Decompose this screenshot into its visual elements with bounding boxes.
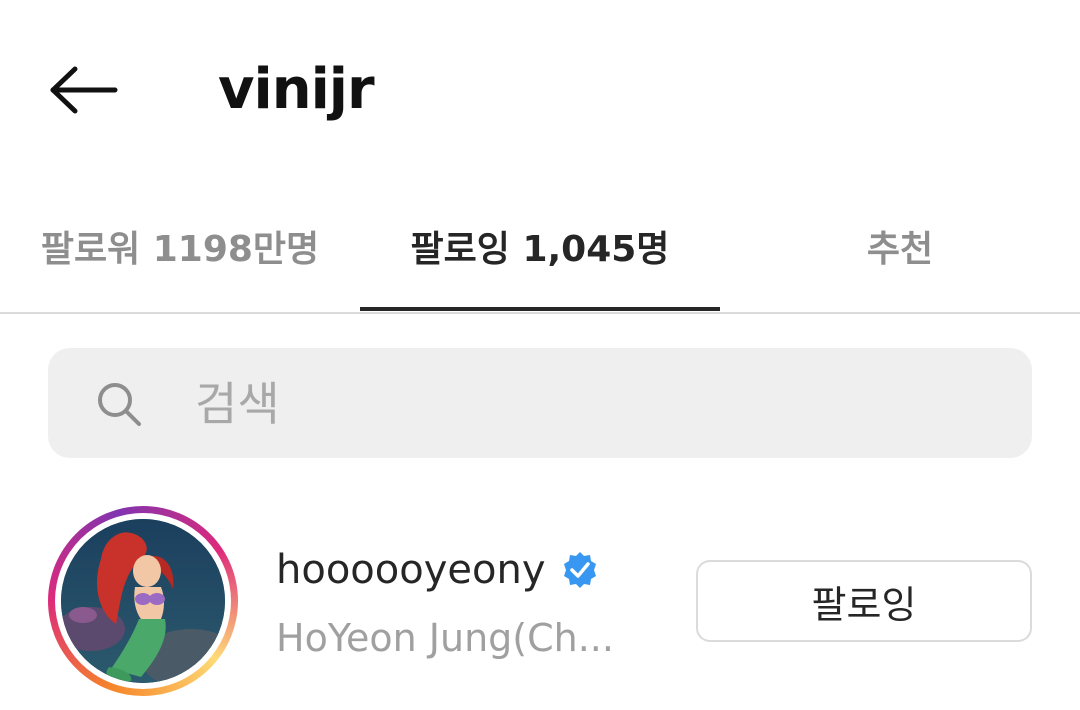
tab-followers[interactable]: 팔로워 1198만명 [0, 180, 360, 312]
story-ring[interactable] [48, 506, 238, 696]
list-item[interactable]: hoooooyeony HoYeon Jung(Ch... 팔로잉 [0, 490, 1080, 710]
back-button[interactable] [42, 55, 126, 125]
avatar [61, 519, 225, 683]
arrow-left-icon [50, 66, 118, 114]
following-button[interactable]: 팔로잉 [696, 560, 1032, 642]
full-name: HoYeon Jung(Ch... [276, 616, 614, 660]
page-title: vinijr [218, 57, 375, 122]
tab-bar: 팔로워 1198만명 팔로잉 1,045명 추천 [0, 180, 1080, 314]
username[interactable]: hoooooyeony [276, 542, 600, 598]
mermaid-avatar [61, 519, 225, 683]
username-text: hoooooyeony [276, 547, 546, 593]
following-screen: vinijr 팔로워 1198만명 팔로잉 1,045명 추천 검색 hoooo… [0, 0, 1080, 710]
search-bar [48, 348, 1032, 458]
header: vinijr [0, 0, 1080, 180]
tab-suggested[interactable]: 추천 [720, 180, 1080, 312]
search-input[interactable] [193, 368, 997, 440]
tab-following[interactable]: 팔로잉 1,045명 [360, 180, 720, 312]
active-tab-indicator [360, 307, 720, 311]
verified-badge-icon [563, 552, 596, 588]
search-icon [98, 383, 141, 426]
